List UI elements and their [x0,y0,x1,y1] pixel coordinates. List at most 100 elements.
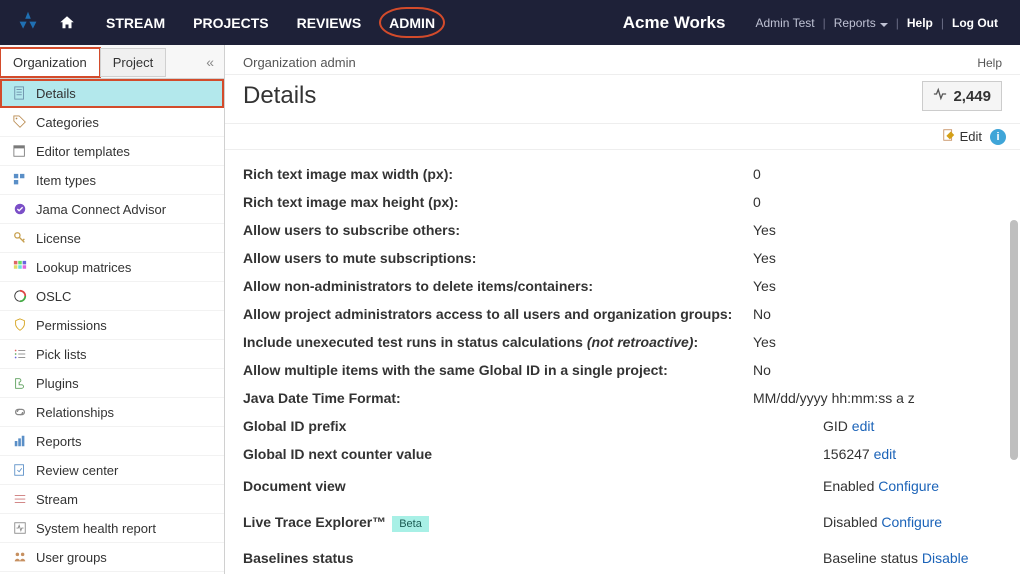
sidebar-item-label: Pick lists [36,347,87,362]
detail-label: Global ID prefix [243,418,753,434]
sidebar-item-label: License [36,231,81,246]
page-title: Details [243,82,316,110]
detail-value: No [753,362,1002,378]
detail-label: Allow users to mute subscriptions: [243,250,753,266]
edit-link[interactable]: edit [874,446,897,462]
disable-link[interactable]: Disable [922,550,969,566]
detail-label: Rich text image max width (px): [243,166,753,182]
content-help-link[interactable]: Help [977,56,1002,70]
detail-value: Yes [753,250,1002,266]
scrollbar-thumb[interactable] [1010,220,1018,460]
tab-project[interactable]: Project [100,48,166,77]
logout-link[interactable]: Log Out [952,16,998,30]
edit-link[interactable]: edit [852,418,875,434]
nav-projects[interactable]: PROJECTS [179,0,282,45]
health-icon [12,520,28,536]
sidebar-item-editor-templates[interactable]: Editor templates [0,137,224,166]
edit-label: Edit [960,129,982,144]
beta-badge: Beta [392,516,429,532]
reports-dropdown[interactable]: Reports [834,16,888,30]
info-icon[interactable]: i [990,129,1006,145]
sidebar-item-review-center[interactable]: Review center [0,456,224,485]
sidebar-item-label: Lookup matrices [36,260,131,275]
nav-admin[interactable]: ADMIN [375,0,449,45]
edit-button[interactable]: Edit [942,128,982,145]
sidebar-item-label: Permissions [36,318,107,333]
sidebar-item-reports[interactable]: Reports [0,427,224,456]
key-icon [12,230,28,246]
shield-icon [12,317,28,333]
content-pane: Organization admin Help Details 2,449 Ed… [225,45,1020,574]
detail-value: Enabled Configure [753,478,1002,494]
chart-icon [12,433,28,449]
detail-value: Yes [753,334,1002,350]
templates-icon [12,143,28,159]
detail-value: 156247 edit [753,446,1002,462]
details-scroll[interactable]: Rich text image max width (px):0 Rich te… [225,150,1020,574]
puzzle-icon [12,375,28,391]
sidebar-item-relationships[interactable]: Relationships [0,398,224,427]
sidebar-item-permissions[interactable]: Permissions [0,311,224,340]
sidebar-item-categories[interactable]: Categories [0,108,224,137]
sidebar-item-lookup-matrices[interactable]: Lookup matrices [0,253,224,282]
sidebar-items: Details Categories Editor templates Item… [0,79,224,574]
sidebar-item-details[interactable]: Details [0,79,224,108]
sidebar-item-license[interactable]: License [0,224,224,253]
sidebar-item-label: Stream [36,492,78,507]
sidebar-item-user-groups[interactable]: User groups [0,543,224,572]
detail-value: 0 [753,194,1002,210]
detail-value: 0 [753,166,1002,182]
sidebar-item-label: Plugins [36,376,79,391]
configure-link[interactable]: Configure [878,478,939,494]
detail-label: Baselines status [243,550,753,566]
tab-organization[interactable]: Organization [0,48,100,77]
sidebar-item-system-health[interactable]: System health report [0,514,224,543]
home-icon[interactable] [56,12,78,34]
detail-label: Live Trace Explorer™Beta [243,514,753,530]
link-icon [12,404,28,420]
separator: | [941,16,944,30]
admin-test-link[interactable]: Admin Test [755,16,814,30]
brand-logo-icon [14,9,42,37]
edit-icon [942,128,956,145]
detail-value: MM/dd/yyyy hh:mm:ss a z [753,390,1002,406]
sidebar-item-plugins[interactable]: Plugins [0,369,224,398]
sidebar-item-item-types[interactable]: Item types [0,166,224,195]
sidebar-item-label: Reports [36,434,82,449]
sidebar-item-label: Item types [36,173,96,188]
collapse-sidebar-icon[interactable]: « [206,54,214,70]
count-value: 2,449 [953,88,991,105]
sidebar-item-stream[interactable]: Stream [0,485,224,514]
sidebar-item-oslc[interactable]: OSLC [0,282,224,311]
oslc-icon [12,288,28,304]
nav-stream[interactable]: STREAM [92,0,179,45]
sidebar-item-label: User groups [36,550,107,565]
detail-label: Rich text image max height (px): [243,194,753,210]
detail-label: Include unexecuted test runs in status c… [243,334,753,350]
detail-value: Yes [753,278,1002,294]
sidebar: Organization Project « Details Categorie… [0,45,225,574]
grid-icon [12,259,28,275]
sidebar-item-label: System health report [36,521,156,536]
detail-label: Allow users to subscribe others: [243,222,753,238]
stream-icon [12,491,28,507]
separator: | [896,16,899,30]
detail-label: Allow non-administrators to delete items… [243,278,753,294]
sidebar-item-label: Categories [36,115,99,130]
sidebar-item-label: Details [36,86,76,101]
nav-reviews[interactable]: REVIEWS [283,0,376,45]
detail-label: Allow project administrators access to a… [243,306,753,322]
review-icon [12,462,28,478]
details-icon [12,85,28,101]
sidebar-item-pick-lists[interactable]: Pick lists [0,340,224,369]
chevron-down-icon [880,23,888,27]
detail-value: Baseline status Disable [753,550,1002,566]
help-link[interactable]: Help [907,16,933,30]
sidebar-item-advisor[interactable]: Jama Connect Advisor [0,195,224,224]
item-types-icon [12,172,28,188]
activity-icon [933,87,947,105]
breadcrumb: Organization admin [243,55,356,70]
configure-link[interactable]: Configure [881,514,942,530]
detail-label: Global ID next counter value [243,446,753,462]
scrollbar[interactable] [1010,150,1018,574]
